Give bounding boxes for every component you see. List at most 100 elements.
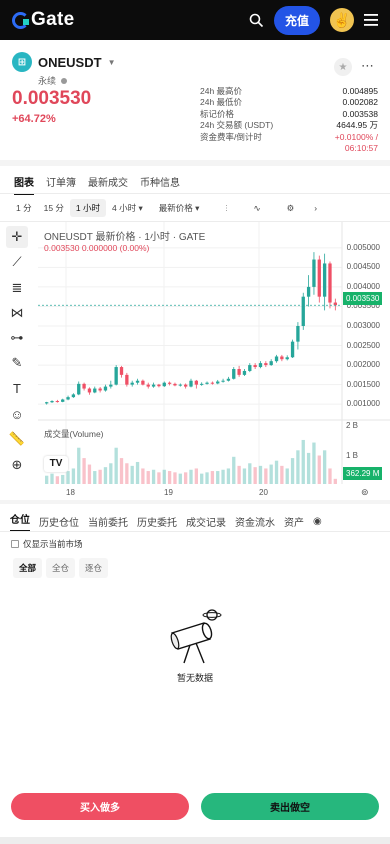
candle: [109, 384, 113, 387]
indicators-icon[interactable]: ∿: [248, 200, 267, 217]
stat-row: 24h 最低价 0.002082: [200, 97, 378, 108]
volume-bar: [194, 468, 199, 484]
gate-logo-icon: [12, 11, 29, 29]
volume-bar: [141, 468, 145, 484]
crosshair-icon[interactable]: ✛: [6, 226, 28, 248]
emoji-icon[interactable]: ☺: [6, 403, 28, 425]
candle: [114, 367, 118, 385]
last-price: 0.003530: [12, 88, 92, 109]
pair-name[interactable]: ONEUSDT: [38, 55, 102, 70]
volume-bar: [82, 458, 86, 484]
volume-bar: [237, 465, 241, 484]
tab-assets[interactable]: 资产: [284, 514, 304, 529]
volume-bar: [119, 458, 124, 484]
eye-icon[interactable]: ◉: [313, 516, 322, 527]
empty-state-text: 暂无数据: [176, 673, 213, 683]
volume-bar: [226, 468, 231, 484]
volume-bar: [130, 465, 134, 484]
tab-trades[interactable]: 最新成交: [88, 174, 128, 195]
chart-reset-icon[interactable]: ⊚: [361, 487, 369, 498]
volume-bar: [205, 472, 209, 484]
volume-bar: [216, 471, 220, 484]
stat-row: 24h 最高价 0.004895: [200, 85, 378, 96]
price-chart[interactable]: [38, 222, 390, 504]
tab-positions[interactable]: 仓位: [10, 511, 30, 532]
chart-settings-icon[interactable]: ⚙: [281, 200, 301, 217]
volume-bar: [109, 463, 113, 484]
candle: [173, 383, 177, 386]
volume-bar: [157, 472, 161, 484]
candle: [77, 383, 81, 395]
candle: [162, 382, 166, 387]
favorite-star-icon[interactable]: ★: [334, 58, 352, 76]
horizontal-lines-icon[interactable]: ≣: [6, 277, 28, 299]
pair-dropdown-icon[interactable]: ▼: [108, 58, 116, 67]
text-tool-icon[interactable]: T: [6, 378, 28, 400]
zoom-in-icon[interactable]: ⊕: [6, 454, 28, 476]
interval-1m[interactable]: 1 分: [10, 199, 38, 217]
candle: [333, 302, 337, 306]
candle: [258, 363, 263, 368]
volume-bar: [114, 447, 118, 484]
candle: [178, 384, 182, 386]
candle: [221, 380, 225, 382]
brush-icon[interactable]: ✎: [6, 352, 28, 374]
y-tick: 0.002500: [346, 340, 380, 350]
y-tick: 0.004500: [346, 262, 380, 272]
interval-15m[interactable]: 15 分: [38, 199, 70, 217]
sell-short-button[interactable]: 卖出做空: [201, 793, 379, 820]
tab-orderbook[interactable]: 订单簿: [46, 174, 76, 195]
volume-bar: [87, 464, 92, 484]
trend-line-icon[interactable]: ⟋: [6, 251, 28, 273]
candle: [135, 380, 140, 383]
y-tick: 0.002000: [346, 360, 380, 370]
ruler-icon[interactable]: 📏: [6, 428, 28, 450]
candle: [50, 401, 54, 403]
price-change: +64.72%: [12, 113, 56, 125]
volume-bar: [328, 468, 332, 484]
buy-long-button[interactable]: 买入做多: [11, 793, 189, 820]
deposit-button[interactable]: 充值: [273, 5, 320, 35]
price-type-select[interactable]: 最新价格 ▾: [153, 199, 206, 217]
pattern-icon[interactable]: ⋈: [6, 302, 28, 324]
current-market-filter[interactable]: 仅显示当前市场: [11, 538, 83, 550]
search-icon[interactable]: [249, 13, 264, 28]
candle: [216, 381, 220, 384]
interval-4h[interactable]: 4 小时 ▾: [106, 199, 149, 217]
interval-1h[interactable]: 1 小时: [69, 199, 107, 217]
candle: [226, 378, 231, 381]
more-icon[interactable]: ⋯: [361, 58, 374, 74]
measure-range-icon[interactable]: ⊶: [6, 327, 28, 349]
expand-icon[interactable]: ›: [308, 200, 323, 216]
candle: [312, 259, 316, 287]
info-icon[interactable]: [60, 78, 67, 84]
gate-logo[interactable]: Gate: [12, 9, 74, 31]
x-tick: 19: [164, 488, 173, 497]
volume-bar: [71, 468, 76, 484]
tab-fund-flow[interactable]: 资金流水: [235, 514, 275, 529]
tab-position-history[interactable]: 历史仓位: [39, 514, 79, 529]
filter-cross[interactable]: 全仓: [46, 558, 76, 578]
candle: [157, 384, 161, 387]
candle: [103, 386, 108, 391]
tradingview-logo[interactable]: TV: [44, 456, 68, 472]
candle-type-icon[interactable]: ⫶: [219, 200, 233, 217]
tab-open-orders[interactable]: 当前委托: [88, 514, 128, 529]
filter-isolated[interactable]: 逐仓: [79, 558, 109, 578]
stat-row: 06:10:57: [200, 143, 378, 155]
tab-chart[interactable]: 图表: [14, 174, 34, 195]
tab-trade-history[interactable]: 成交记录: [186, 514, 226, 529]
volume-bar: [200, 473, 204, 484]
avatar[interactable]: ✌️: [330, 8, 354, 32]
x-tick: 20: [259, 488, 268, 497]
tab-order-history[interactable]: 历史委托: [137, 514, 177, 529]
ticker-stats: 24h 最高价 0.004895 24h 最低价 0.002082 标记价格 0.00…: [200, 85, 378, 154]
checkbox[interactable]: [11, 540, 19, 548]
volume-bar: [178, 473, 182, 484]
margin-mode-filters: 全部 全仓 逐仓: [13, 558, 109, 578]
y-tick: 0.001500: [346, 379, 380, 389]
tab-coin-info[interactable]: 币种信息: [140, 174, 180, 195]
menu-icon[interactable]: [364, 14, 378, 26]
filter-all[interactable]: 全部: [13, 558, 43, 578]
candle: [146, 384, 150, 387]
